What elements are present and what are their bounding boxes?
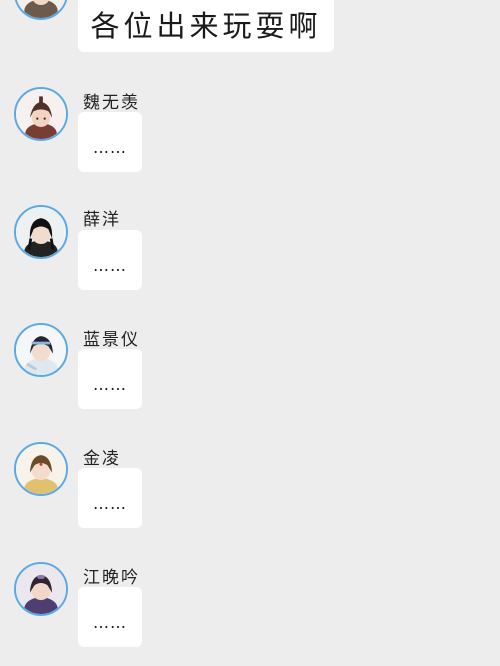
sender-avatar-lan-jingyi[interactable] bbox=[14, 323, 68, 377]
jin-ling-avatar-icon bbox=[16, 444, 66, 494]
xue-yang-avatar-icon bbox=[16, 207, 66, 257]
sender-name-xue-yang: 薛洋 bbox=[83, 210, 121, 230]
message-text-jiang-wanyin: …… bbox=[93, 612, 127, 632]
sender-name-lan-jingyi: 蓝景仪 bbox=[83, 330, 140, 350]
message-text-wei-wuxian: …… bbox=[93, 137, 127, 157]
message-text-jin-ling: …… bbox=[93, 493, 127, 513]
message-bubble-wei-wuxian[interactable]: …… bbox=[78, 112, 142, 172]
message-text-lan-jingyi: …… bbox=[93, 374, 127, 394]
top-message-bubble[interactable]: 各位出来玩耍啊 bbox=[78, 0, 334, 52]
sender-avatar-xue-yang[interactable] bbox=[14, 205, 68, 259]
message-bubble-lan-jingyi[interactable]: …… bbox=[78, 349, 142, 409]
sender-name-wei-wuxian: 魏无羡 bbox=[83, 93, 140, 113]
sender-avatar-jiang-wanyin[interactable] bbox=[14, 562, 68, 616]
message-text-xue-yang: …… bbox=[93, 255, 127, 275]
sender-avatar-wei-wuxian[interactable] bbox=[14, 87, 68, 141]
message-bubble-jiang-wanyin[interactable]: …… bbox=[78, 587, 142, 647]
top-message-text: 各位出来玩耍啊 bbox=[90, 9, 322, 43]
sender-name-jiang-wanyin: 江晚吟 bbox=[83, 568, 140, 588]
message-bubble-jin-ling[interactable]: …… bbox=[78, 468, 142, 528]
top-sender-avatar-icon bbox=[16, 0, 66, 18]
jiang-wanyin-avatar-icon bbox=[16, 564, 66, 614]
sender-name-jin-ling: 金凌 bbox=[83, 449, 121, 469]
message-bubble-xue-yang[interactable]: …… bbox=[78, 230, 142, 290]
top-sender-avatar[interactable] bbox=[14, 0, 68, 20]
lan-jingyi-avatar-icon bbox=[16, 325, 66, 375]
sender-avatar-jin-ling[interactable] bbox=[14, 442, 68, 496]
wei-wuxian-avatar-icon bbox=[16, 89, 66, 139]
